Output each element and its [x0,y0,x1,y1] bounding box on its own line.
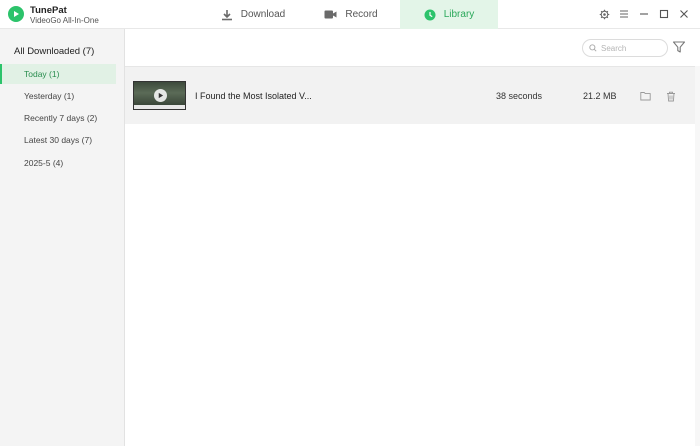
file-duration: 38 seconds [496,91,543,101]
maximize-button[interactable] [657,7,671,21]
title-bar: TunePat VideoGo All-In-One Download Reco… [0,0,700,29]
search-box[interactable] [582,39,668,57]
filter-button[interactable] [672,40,688,56]
sidebar-item-today[interactable]: Today (1) [0,64,116,84]
gear-icon [599,9,609,19]
clock-icon [424,9,436,20]
filter-icon [672,41,686,53]
file-size: 21.2 MB [583,91,617,101]
thumbnail-bar [134,105,185,109]
video-thumbnail[interactable] [133,81,186,110]
menu-button[interactable] [617,7,631,21]
table-row[interactable]: I Found the Most Isolated V... 38 second… [125,66,695,124]
play-icon[interactable] [154,89,167,102]
tab-library-label: Library [443,9,475,20]
tab-download-label: Download [240,9,286,20]
menu-icon [620,10,628,18]
folder-icon [639,92,651,101]
sidebar-item-2025-5[interactable]: 2025-5 (4) [0,153,116,173]
app-logo-icon [8,6,24,22]
sidebar-header-all-downloaded[interactable]: All Downloaded (7) [14,46,94,57]
trash-icon [667,91,675,101]
scrollbar-track[interactable] [695,66,700,446]
tab-record-label: Record [345,9,378,20]
tab-record[interactable]: Record [302,0,400,29]
minimize-icon [640,13,648,15]
close-icon [680,10,688,18]
video-camera-icon [324,10,337,19]
open-folder-button[interactable] [638,89,652,103]
library-toolbar [125,29,700,66]
search-input[interactable] [601,43,663,53]
maximize-icon [659,9,669,19]
app-subtitle: VideoGo All-In-One [30,16,99,25]
delete-button[interactable] [664,89,678,103]
search-icon [589,44,597,52]
sidebar: All Downloaded (7) Today (1) Yesterday (… [0,29,125,446]
tab-download[interactable]: Download [204,0,302,29]
app-name: TunePat [30,5,67,16]
tab-library[interactable]: Library [400,0,498,29]
sidebar-item-yesterday[interactable]: Yesterday (1) [0,86,116,106]
settings-button[interactable] [597,7,611,21]
minimize-button[interactable] [637,7,651,21]
close-button[interactable] [677,7,691,21]
download-icon [221,9,232,20]
sidebar-item-latest-30-days[interactable]: Latest 30 days (7) [0,130,116,150]
sidebar-item-recently-7-days[interactable]: Recently 7 days (2) [0,108,116,128]
file-title: I Found the Most Isolated V... [195,91,312,101]
